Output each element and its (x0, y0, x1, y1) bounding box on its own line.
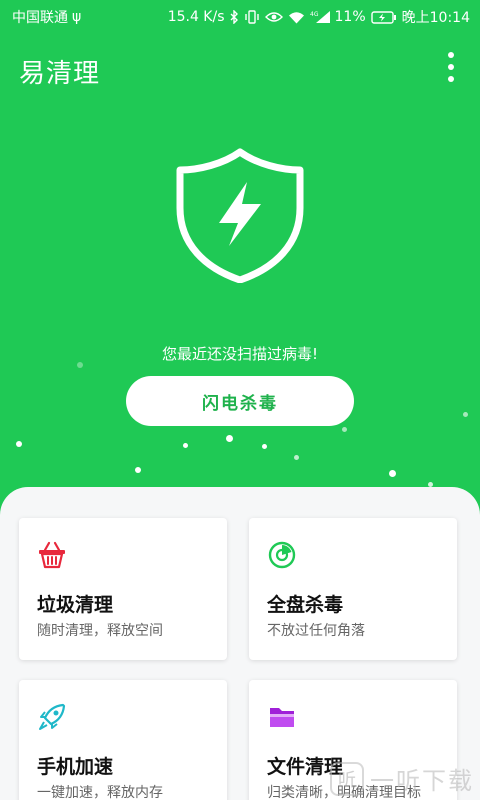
lightning-scan-button[interactable]: 闪电杀毒 (126, 376, 354, 426)
watermark-text: 一听下载 (370, 767, 474, 795)
phone-boost-card[interactable]: 手机加速 一键加速，释放内存 (19, 680, 227, 800)
battery-percent: 11% (334, 9, 366, 25)
battery-icon (370, 10, 397, 24)
particle-dot (77, 362, 83, 368)
card-title: 全盘杀毒 (267, 594, 344, 616)
clock: 晚上10:14 (401, 10, 470, 26)
particle-dot (183, 443, 188, 448)
wifi-icon (288, 11, 305, 24)
card-title: 手机加速 (37, 756, 114, 778)
particle-dot (342, 427, 347, 432)
particle-dot (135, 467, 141, 473)
shield-lightning-icon (176, 148, 304, 283)
full-scan-card[interactable]: 全盘杀毒 不放过任何角落 (249, 518, 457, 660)
card-subtitle: 一键加速，释放内存 (37, 785, 163, 800)
rocket-icon (39, 703, 66, 730)
status-left: 中国联通 ψ (12, 7, 81, 27)
junk-clean-card[interactable]: 垃圾清理 随时清理，释放空间 (19, 518, 227, 660)
particle-dot (294, 455, 299, 460)
status-bar: 中国联通 ψ 15.4 K/s 4G 11% 晚上10:14 (0, 0, 480, 32)
more-options-button[interactable] (444, 52, 458, 82)
network-speed: 15.4 K/s (167, 9, 225, 25)
card-title: 垃圾清理 (37, 594, 114, 616)
vibrate-icon (244, 10, 260, 24)
particle-dot (463, 412, 468, 417)
particle-dot (226, 435, 233, 442)
scan-status-message: 您最近还没扫描过病毒! (161, 345, 318, 363)
watermark-logo: 听 (330, 761, 364, 796)
particle-dot (262, 444, 267, 449)
features-panel: 垃圾清理 随时清理，释放空间 全盘杀毒 不放过任何角落 手机加速 一键加速，释放… (0, 487, 480, 800)
status-right: 15.4 K/s 4G 11% 晚上10:14 (168, 7, 470, 27)
radar-icon (268, 541, 296, 569)
signal-tag: 4G (310, 11, 319, 18)
carrier-label: 中国联通 (12, 10, 68, 26)
hero-background: 中国联通 ψ 15.4 K/s 4G 11% 晚上10:14 易清理 您最近还没… (0, 0, 480, 560)
app-title: 易清理 (19, 59, 101, 89)
card-subtitle: 随时清理，释放空间 (37, 623, 163, 639)
bluetooth-icon (230, 10, 239, 24)
card-subtitle: 不放过任何角落 (267, 623, 365, 639)
more-dot-icon (448, 52, 454, 58)
particle-dot (16, 441, 22, 447)
usb-icon: ψ (72, 9, 82, 25)
basket-icon (39, 541, 65, 569)
signal-icon: 4G (310, 10, 330, 24)
more-dot-icon (448, 64, 454, 70)
eye-icon (264, 11, 283, 23)
folder-icon (270, 708, 294, 727)
particle-dot (389, 470, 396, 477)
watermark: 听 一听下载 (330, 761, 474, 796)
app-bar: 易清理 (0, 40, 480, 96)
more-dot-icon (448, 76, 454, 82)
